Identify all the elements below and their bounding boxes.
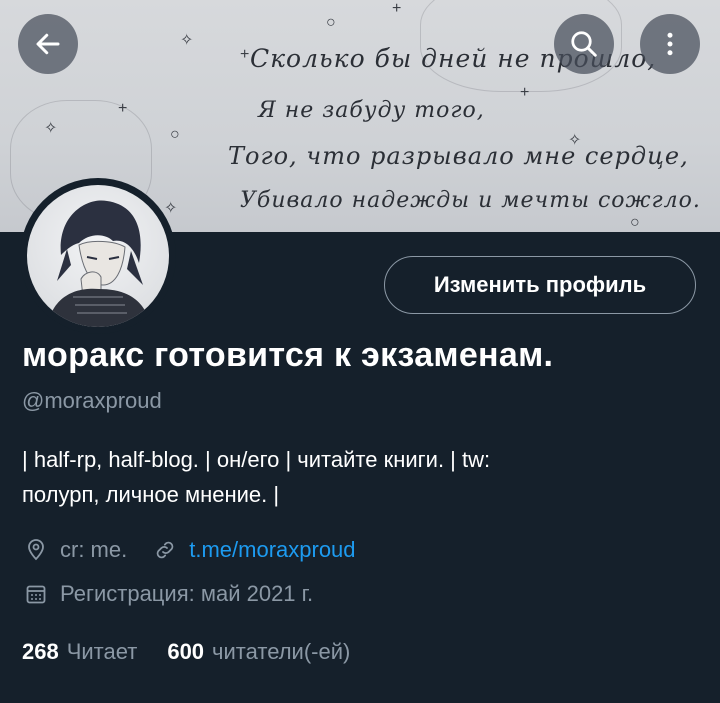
search-button[interactable] <box>554 14 614 74</box>
bio: | half-rp, half-blog. | он/его | читайте… <box>22 442 702 512</box>
star-icon: + <box>520 84 530 101</box>
profile-meta-row: Регистрация: май 2021 г. <box>22 580 313 608</box>
more-button[interactable] <box>640 14 700 74</box>
followers-link[interactable]: 600 читатели(-ей) <box>167 639 380 665</box>
edit-profile-button[interactable]: Изменить профиль <box>384 256 696 314</box>
banner-text-line: Убивало надежды и мечты сожгло. <box>240 188 701 213</box>
follow-stats: 268 Читает 600 читатели(-ей) <box>22 639 380 665</box>
followers-count: 600 <box>167 639 205 664</box>
link-icon <box>151 536 179 564</box>
location-pin-icon <box>22 536 50 564</box>
star-icon: ○ <box>170 126 180 143</box>
followers-label: читатели(-ей) <box>212 639 351 664</box>
star-icon: ○ <box>326 14 336 31</box>
star-icon: + <box>392 0 402 17</box>
star-icon: + <box>118 100 128 117</box>
star-icon: ✧ <box>44 120 58 137</box>
star-icon: ○ <box>630 214 640 231</box>
arrow-left-icon <box>36 33 60 55</box>
star-icon: + <box>240 46 250 63</box>
star-icon: ✧ <box>164 200 178 217</box>
bio-line: | half-rp, half-blog. | он/его | читайте… <box>22 447 491 472</box>
profile-meta-row: cr: me. t.me/moraxproud <box>22 536 356 564</box>
avatar[interactable] <box>20 178 176 334</box>
calendar-icon <box>22 580 50 608</box>
username-handle: @moraxproud <box>22 388 162 413</box>
bio-line: полурп, личное мнение. | <box>22 482 280 507</box>
back-button[interactable] <box>18 14 78 74</box>
following-link[interactable]: 268 Читает <box>22 639 167 665</box>
location-text: cr: me. <box>60 537 128 562</box>
following-label: Читает <box>66 639 138 664</box>
avatar-image <box>27 185 169 327</box>
display-name: моракс готовится к экзаменам. <box>22 336 554 374</box>
search-icon <box>571 31 597 57</box>
following-count: 268 <box>22 639 59 664</box>
joined-date: Регистрация: май 2021 г. <box>60 581 314 606</box>
banner-text-line: Я не забуду того, <box>258 98 485 123</box>
banner-text-line: Того, что разрывало мне сердце, <box>228 142 689 170</box>
star-icon: ✧ <box>180 32 194 49</box>
website-link[interactable]: t.me/moraxproud <box>189 537 355 563</box>
more-vertical-icon <box>667 32 673 56</box>
